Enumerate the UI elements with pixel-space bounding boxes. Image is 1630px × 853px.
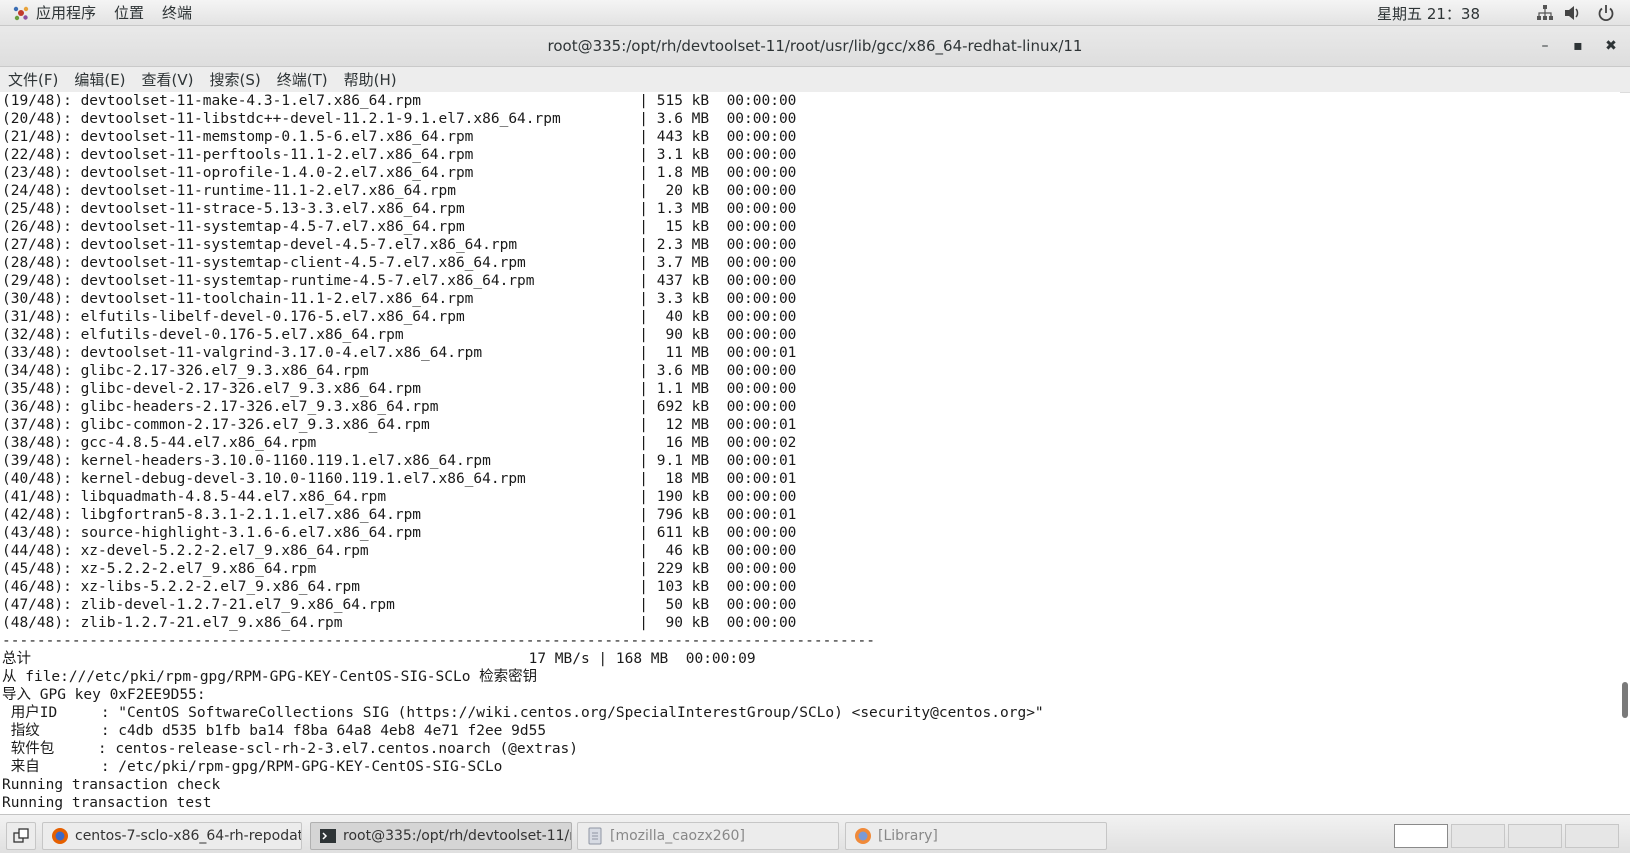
workspace-1[interactable] [1394, 824, 1448, 848]
terminal-line: (34/48): glibc-2.17-326.el7_9.3.x86_64.r… [2, 363, 797, 379]
workspace-4[interactable] [1565, 824, 1619, 848]
task-mozilla-folder[interactable]: [mozilla_caozx260] [577, 822, 839, 850]
clock[interactable]: 星期五 21：38 [1377, 3, 1480, 24]
terminal-line: Running transaction test [2, 795, 212, 811]
task-label: centos-7-sclo-x86_64-rh-repodata... [75, 828, 302, 844]
task-terminal[interactable]: root@335:/opt/rh/devtoolset-11/r... [310, 822, 572, 850]
terminal-line: (45/48): xz-5.2.2-2.el7_9.x86_64.rpm | 2… [2, 561, 797, 577]
terminal-line: (47/48): zlib-devel-1.2.7-21.el7_9.x86_6… [2, 597, 797, 613]
terminal-line: (33/48): devtoolset-11-valgrind-3.17.0-4… [2, 345, 797, 361]
network-icon[interactable] [1536, 4, 1554, 22]
terminal-line: (40/48): kernel-debug-devel-3.10.0-1160.… [2, 471, 797, 487]
close-button[interactable]: ✖ [1601, 36, 1621, 56]
terminal-line: 导入 GPG key 0xF2EE9D55: [2, 687, 206, 703]
task-firefox-repodata[interactable]: centos-7-sclo-x86_64-rh-repodata... [42, 822, 302, 850]
terminal-line: (35/48): glibc-devel-2.17-326.el7_9.3.x8… [2, 381, 797, 397]
terminal-line: (19/48): devtoolset-11-make-4.3-1.el7.x8… [2, 93, 797, 109]
terminal-line: (27/48): devtoolset-11-systemtap-devel-4… [2, 237, 797, 253]
terminal-line: (44/48): xz-devel-5.2.2-2.el7_9.x86_64.r… [2, 543, 797, 559]
terminal-line: (20/48): devtoolset-11-libstdc++-devel-1… [2, 111, 797, 127]
terminal-line: 从 file:///etc/pki/rpm-gpg/RPM-GPG-KEY-Ce… [2, 669, 538, 685]
terminal-line: (30/48): devtoolset-11-toolchain-11.1-2.… [2, 291, 797, 307]
applications-icon [13, 6, 29, 20]
terminal-line: (29/48): devtoolset-11-systemtap-runtime… [2, 273, 797, 289]
terminal-line: (43/48): source-highlight-3.1.6-6.el7.x8… [2, 525, 797, 541]
places-menu[interactable]: 位置 [108, 2, 156, 23]
applications-label: 应用程序 [36, 4, 97, 22]
taskbar: centos-7-sclo-x86_64-rh-repodata... root… [0, 814, 1630, 853]
terminal-line: 来自 : /etc/pki/rpm-gpg/RPM-GPG-KEY-CentOS… [2, 759, 503, 775]
task-label: [Library] [878, 828, 938, 844]
terminal-icon [320, 829, 336, 843]
show-desktop-icon [13, 828, 29, 843]
task-library[interactable]: [Library] [845, 822, 1107, 850]
menu-edit[interactable]: 编辑(E) [66, 69, 133, 90]
top-panel: 应用程序 位置 终端 星期五 21：38 [0, 0, 1630, 26]
terminal-line: (25/48): devtoolset-11-strace-5.13-3.3.e… [2, 201, 797, 217]
scrollbar-thumb[interactable] [1622, 682, 1628, 718]
terminal-line: (42/48): libgfortran5-8.3.1-2.1.1.el7.x8… [2, 507, 797, 523]
menu-terminal[interactable]: 终端(T) [269, 69, 336, 90]
terminal-line: 总计 17 MB/s | 168 MB 00:00:09 [2, 651, 756, 667]
show-desktop-button[interactable] [6, 822, 36, 850]
window-titlebar[interactable]: root@335:/opt/rh/devtoolset-11/root/usr/… [0, 26, 1630, 67]
terminal-line: (23/48): devtoolset-11-oprofile-1.4.0-2.… [2, 165, 797, 181]
file-manager-icon [588, 827, 602, 845]
terminal-line: 用户ID : "CentOS SoftwareCollections SIG (… [2, 705, 1044, 721]
terminal-line: (31/48): elfutils-libelf-devel-0.176-5.e… [2, 309, 797, 325]
menu-view[interactable]: 查看(V) [134, 69, 202, 90]
terminal-line: Running transaction check [2, 777, 221, 793]
window-title: root@335:/opt/rh/devtoolset-11/root/usr/… [547, 37, 1083, 55]
workspace-3[interactable] [1508, 824, 1562, 848]
minimize-button[interactable]: – [1535, 36, 1555, 56]
firefox-icon [52, 828, 68, 844]
terminal-line: (48/48): zlib-1.2.7-21.el7_9.x86_64.rpm … [2, 615, 797, 631]
terminal-line: (38/48): gcc-4.8.5-44.el7.x86_64.rpm | 1… [2, 435, 797, 451]
terminal-line: 软件包 : centos-release-scl-rh-2-3.el7.cent… [2, 741, 579, 757]
terminal-line: (39/48): kernel-headers-3.10.0-1160.119.… [2, 453, 797, 469]
task-label: [mozilla_caozx260] [610, 828, 745, 844]
firefox-icon [855, 828, 871, 844]
menu-search[interactable]: 搜索(S) [202, 69, 269, 90]
terminal-line: (26/48): devtoolset-11-systemtap-4.5-7.e… [2, 219, 797, 235]
terminal-menu[interactable]: 终端 [156, 2, 204, 23]
maximize-button[interactable]: ▪ [1568, 36, 1588, 56]
terminal-line: (41/48): libquadmath-4.8.5-44.el7.x86_64… [2, 489, 797, 505]
volume-icon[interactable] [1563, 4, 1581, 22]
menu-help[interactable]: 帮助(H) [336, 69, 405, 90]
menu-file[interactable]: 文件(F) [0, 69, 66, 90]
terminal-output[interactable]: (19/48): devtoolset-11-make-4.3-1.el7.x8… [0, 92, 1620, 814]
terminal-line: (24/48): devtoolset-11-runtime-11.1-2.el… [2, 183, 797, 199]
terminal-line: (46/48): xz-libs-5.2.2-2.el7_9.x86_64.rp… [2, 579, 797, 595]
workspace-2[interactable] [1451, 824, 1505, 848]
terminal-line: (32/48): elfutils-devel-0.176-5.el7.x86_… [2, 327, 797, 343]
panel-menu: 应用程序 位置 终端 [6, 2, 204, 23]
terminal-line: (37/48): glibc-common-2.17-326.el7_9.3.x… [2, 417, 797, 433]
terminal-line: (21/48): devtoolset-11-memstomp-0.1.5-6.… [2, 129, 797, 145]
task-label: root@335:/opt/rh/devtoolset-11/r... [343, 828, 572, 844]
menu-bar: 文件(F) 编辑(E) 查看(V) 搜索(S) 终端(T) 帮助(H) [0, 67, 1630, 93]
terminal-line: (28/48): devtoolset-11-systemtap-client-… [2, 255, 797, 271]
terminal-line: 指纹 : c4db d535 b1fb ba14 f8ba 64a8 4eb8 … [2, 723, 547, 739]
power-icon[interactable] [1597, 4, 1615, 22]
terminal-line: ----------------------------------------… [2, 633, 875, 649]
terminal-line: (22/48): devtoolset-11-perftools-11.1-2.… [2, 147, 797, 163]
terminal-line: (36/48): glibc-headers-2.17-326.el7_9.3.… [2, 399, 797, 415]
applications-menu[interactable]: 应用程序 [6, 2, 108, 23]
